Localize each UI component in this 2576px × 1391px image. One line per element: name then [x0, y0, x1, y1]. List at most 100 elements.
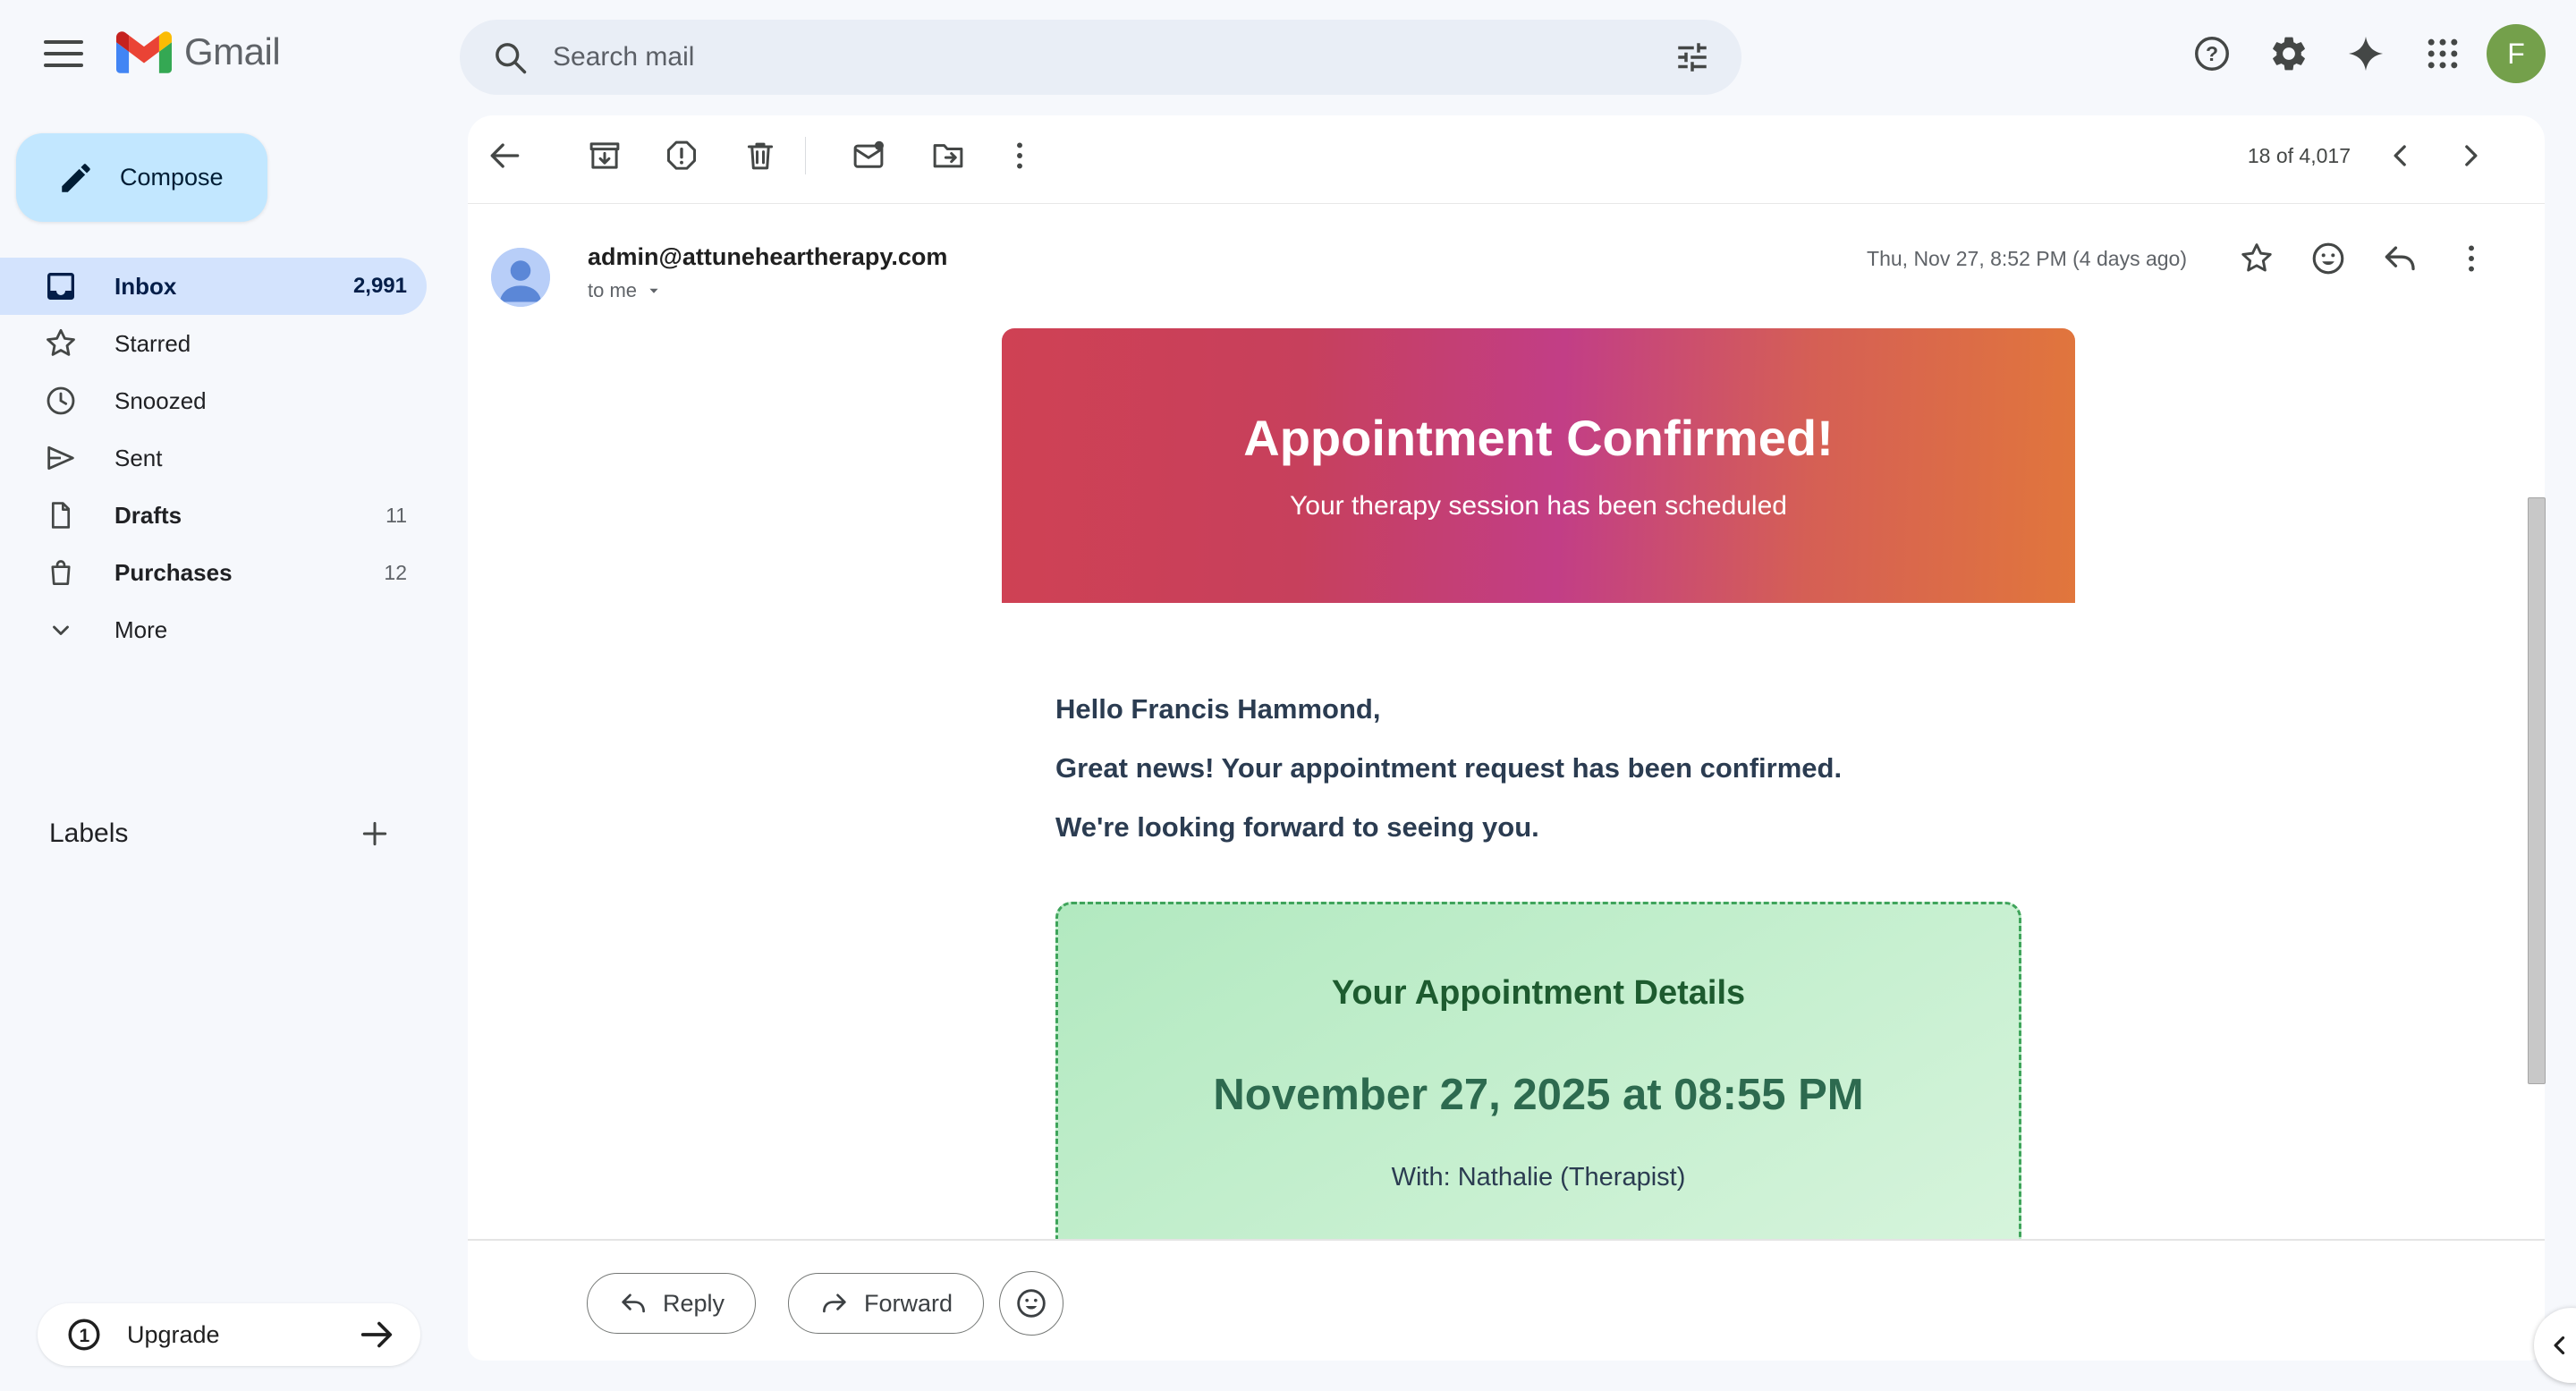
body-line-2: We're looking forward to seeing you. [1055, 798, 2021, 857]
gemini-icon[interactable] [2327, 15, 2404, 92]
body-line-1: Great news! Your appointment request has… [1055, 739, 2021, 798]
mark-unread-icon[interactable] [849, 136, 888, 175]
email-content: Appointment Confirmed! Your therapy sess… [1002, 328, 2075, 1239]
details-title: Your Appointment Details [1058, 904, 2019, 1014]
sender-avatar[interactable] [491, 248, 550, 307]
sidebar-item-drafts[interactable]: Drafts 11 [0, 487, 427, 544]
arrow-right-icon [356, 1314, 397, 1355]
add-reaction-button[interactable] [999, 1271, 1063, 1336]
sidebar-item-label: Purchases [114, 559, 233, 587]
email-header: admin@attuneheartherapy.com to me Thu, N… [468, 204, 2545, 328]
sidebar-item-label: More [114, 616, 167, 644]
top-bar: Gmail ? [0, 0, 2576, 107]
details-dropdown-icon[interactable] [644, 281, 664, 301]
smiley-icon [1013, 1285, 1049, 1321]
search-bar[interactable] [460, 20, 1741, 95]
sender-email[interactable]: admin@attuneheartherapy.com [588, 243, 947, 271]
clock-icon [41, 381, 80, 420]
back-icon[interactable] [485, 136, 524, 175]
forward-arrow-icon [819, 1288, 850, 1319]
chevron-left-icon [2545, 1330, 2575, 1361]
gmail-wordmark: Gmail [184, 30, 280, 73]
forward-button-label: Forward [864, 1290, 953, 1318]
mail-toolbar: 18 of 4,017 [468, 115, 2545, 204]
pencil-icon [57, 159, 95, 197]
older-email-icon[interactable] [2451, 136, 2490, 175]
sidebar-item-label: Sent [114, 445, 163, 472]
one-badge-icon: 1 [64, 1315, 104, 1354]
reply-icon[interactable] [2380, 239, 2419, 278]
appointment-details-box: Your Appointment Details November 27, 20… [1055, 902, 2021, 1239]
email-body-text: Hello Francis Hammond, Great news! Your … [1002, 680, 2075, 857]
search-filters-icon[interactable] [1674, 38, 1711, 76]
reply-button-label: Reply [663, 1290, 724, 1318]
sidebar-item-label: Drafts [114, 502, 182, 530]
sidebar-item-label: Inbox [114, 273, 176, 301]
sidebar-item-sent[interactable]: Sent [0, 429, 427, 487]
topbar-actions: ? F [2174, 0, 2576, 107]
email-body-viewport[interactable]: Appointment Confirmed! Your therapy sess… [468, 328, 2545, 1239]
recipient-row[interactable]: to me [588, 279, 947, 302]
add-label-icon[interactable] [355, 814, 394, 853]
sidebar-item-label: Starred [114, 330, 191, 358]
star-icon [41, 324, 80, 363]
email-actions: Reply Forward [468, 1273, 2545, 1337]
gmail-logo: Gmail [116, 30, 280, 73]
sidebar-item-label: Snoozed [114, 387, 207, 415]
labels-header-row: Labels [0, 810, 427, 857]
sidebar-item-snoozed[interactable]: Snoozed [0, 372, 427, 429]
recipient-label: to me [588, 279, 637, 302]
mail-view-card: 18 of 4,017 admin@attuneheartherapy.com … [468, 115, 2545, 1361]
labels-title: Labels [49, 818, 128, 849]
svg-text:1: 1 [79, 1326, 89, 1346]
menu-icon[interactable] [39, 32, 88, 75]
compose-button[interactable]: Compose [16, 133, 267, 222]
search-icon[interactable] [490, 38, 530, 77]
sidebar-item-more[interactable]: More [0, 601, 427, 658]
reply-button[interactable]: Reply [587, 1273, 756, 1334]
upgrade-button[interactable]: 1 Upgrade [38, 1303, 420, 1366]
details-datetime: November 27, 2025 at 08:55 PM [1058, 1069, 2019, 1121]
shopping-bag-icon [41, 553, 80, 592]
message-more-icon[interactable] [2452, 239, 2491, 278]
details-therapist: With: Nathalie (Therapist) [1058, 1161, 2019, 1193]
greeting-line: Hello Francis Hammond, [1055, 680, 2021, 739]
forward-button[interactable]: Forward [788, 1273, 984, 1334]
content-divider [468, 1239, 2545, 1241]
settings-gear-icon[interactable] [2250, 15, 2327, 92]
compose-label: Compose [120, 164, 224, 191]
sidebar-item-inbox[interactable]: Inbox 2,991 [0, 258, 427, 315]
reply-arrow-icon [618, 1288, 648, 1319]
inbox-icon [41, 267, 80, 306]
apps-grid-icon[interactable] [2404, 15, 2481, 92]
sidebar-nav: Inbox 2,991 Starred Snoozed Sent [0, 258, 427, 658]
chevron-down-icon [41, 610, 80, 649]
banner-title: Appointment Confirmed! [1002, 328, 2075, 466]
send-icon [41, 438, 80, 478]
delete-icon[interactable] [741, 136, 780, 175]
newer-email-icon[interactable] [2381, 136, 2420, 175]
svg-text:?: ? [2206, 42, 2218, 65]
sidebar-item-purchases[interactable]: Purchases 12 [0, 544, 427, 601]
sidebar-item-starred[interactable]: Starred [0, 315, 427, 372]
account-avatar[interactable]: F [2487, 24, 2546, 83]
help-icon[interactable]: ? [2174, 15, 2250, 92]
scrollbar-thumb[interactable] [2528, 497, 2546, 1084]
search-input[interactable] [553, 42, 1674, 72]
gmail-m-icon [116, 31, 172, 73]
archive-icon[interactable] [585, 136, 624, 175]
sidebar-item-count: 2,991 [353, 274, 407, 299]
draft-icon [41, 496, 80, 535]
more-options-icon[interactable] [1000, 136, 1039, 175]
move-to-icon[interactable] [928, 136, 968, 175]
sidebar: Compose Inbox 2,991 Starred Snoozed [0, 107, 468, 1391]
pagination-counter: 18 of 4,017 [2248, 144, 2351, 168]
toolbar-divider [805, 137, 806, 174]
star-email-icon[interactable] [2237, 239, 2276, 278]
confirmation-banner: Appointment Confirmed! Your therapy sess… [1002, 328, 2075, 603]
emoji-reaction-icon[interactable] [2309, 239, 2348, 278]
upgrade-label: Upgrade [127, 1321, 220, 1349]
report-spam-icon[interactable] [662, 136, 701, 175]
banner-subtitle: Your therapy session has been scheduled [1002, 489, 2075, 523]
email-date: Thu, Nov 27, 8:52 PM (4 days ago) [1867, 247, 2187, 271]
